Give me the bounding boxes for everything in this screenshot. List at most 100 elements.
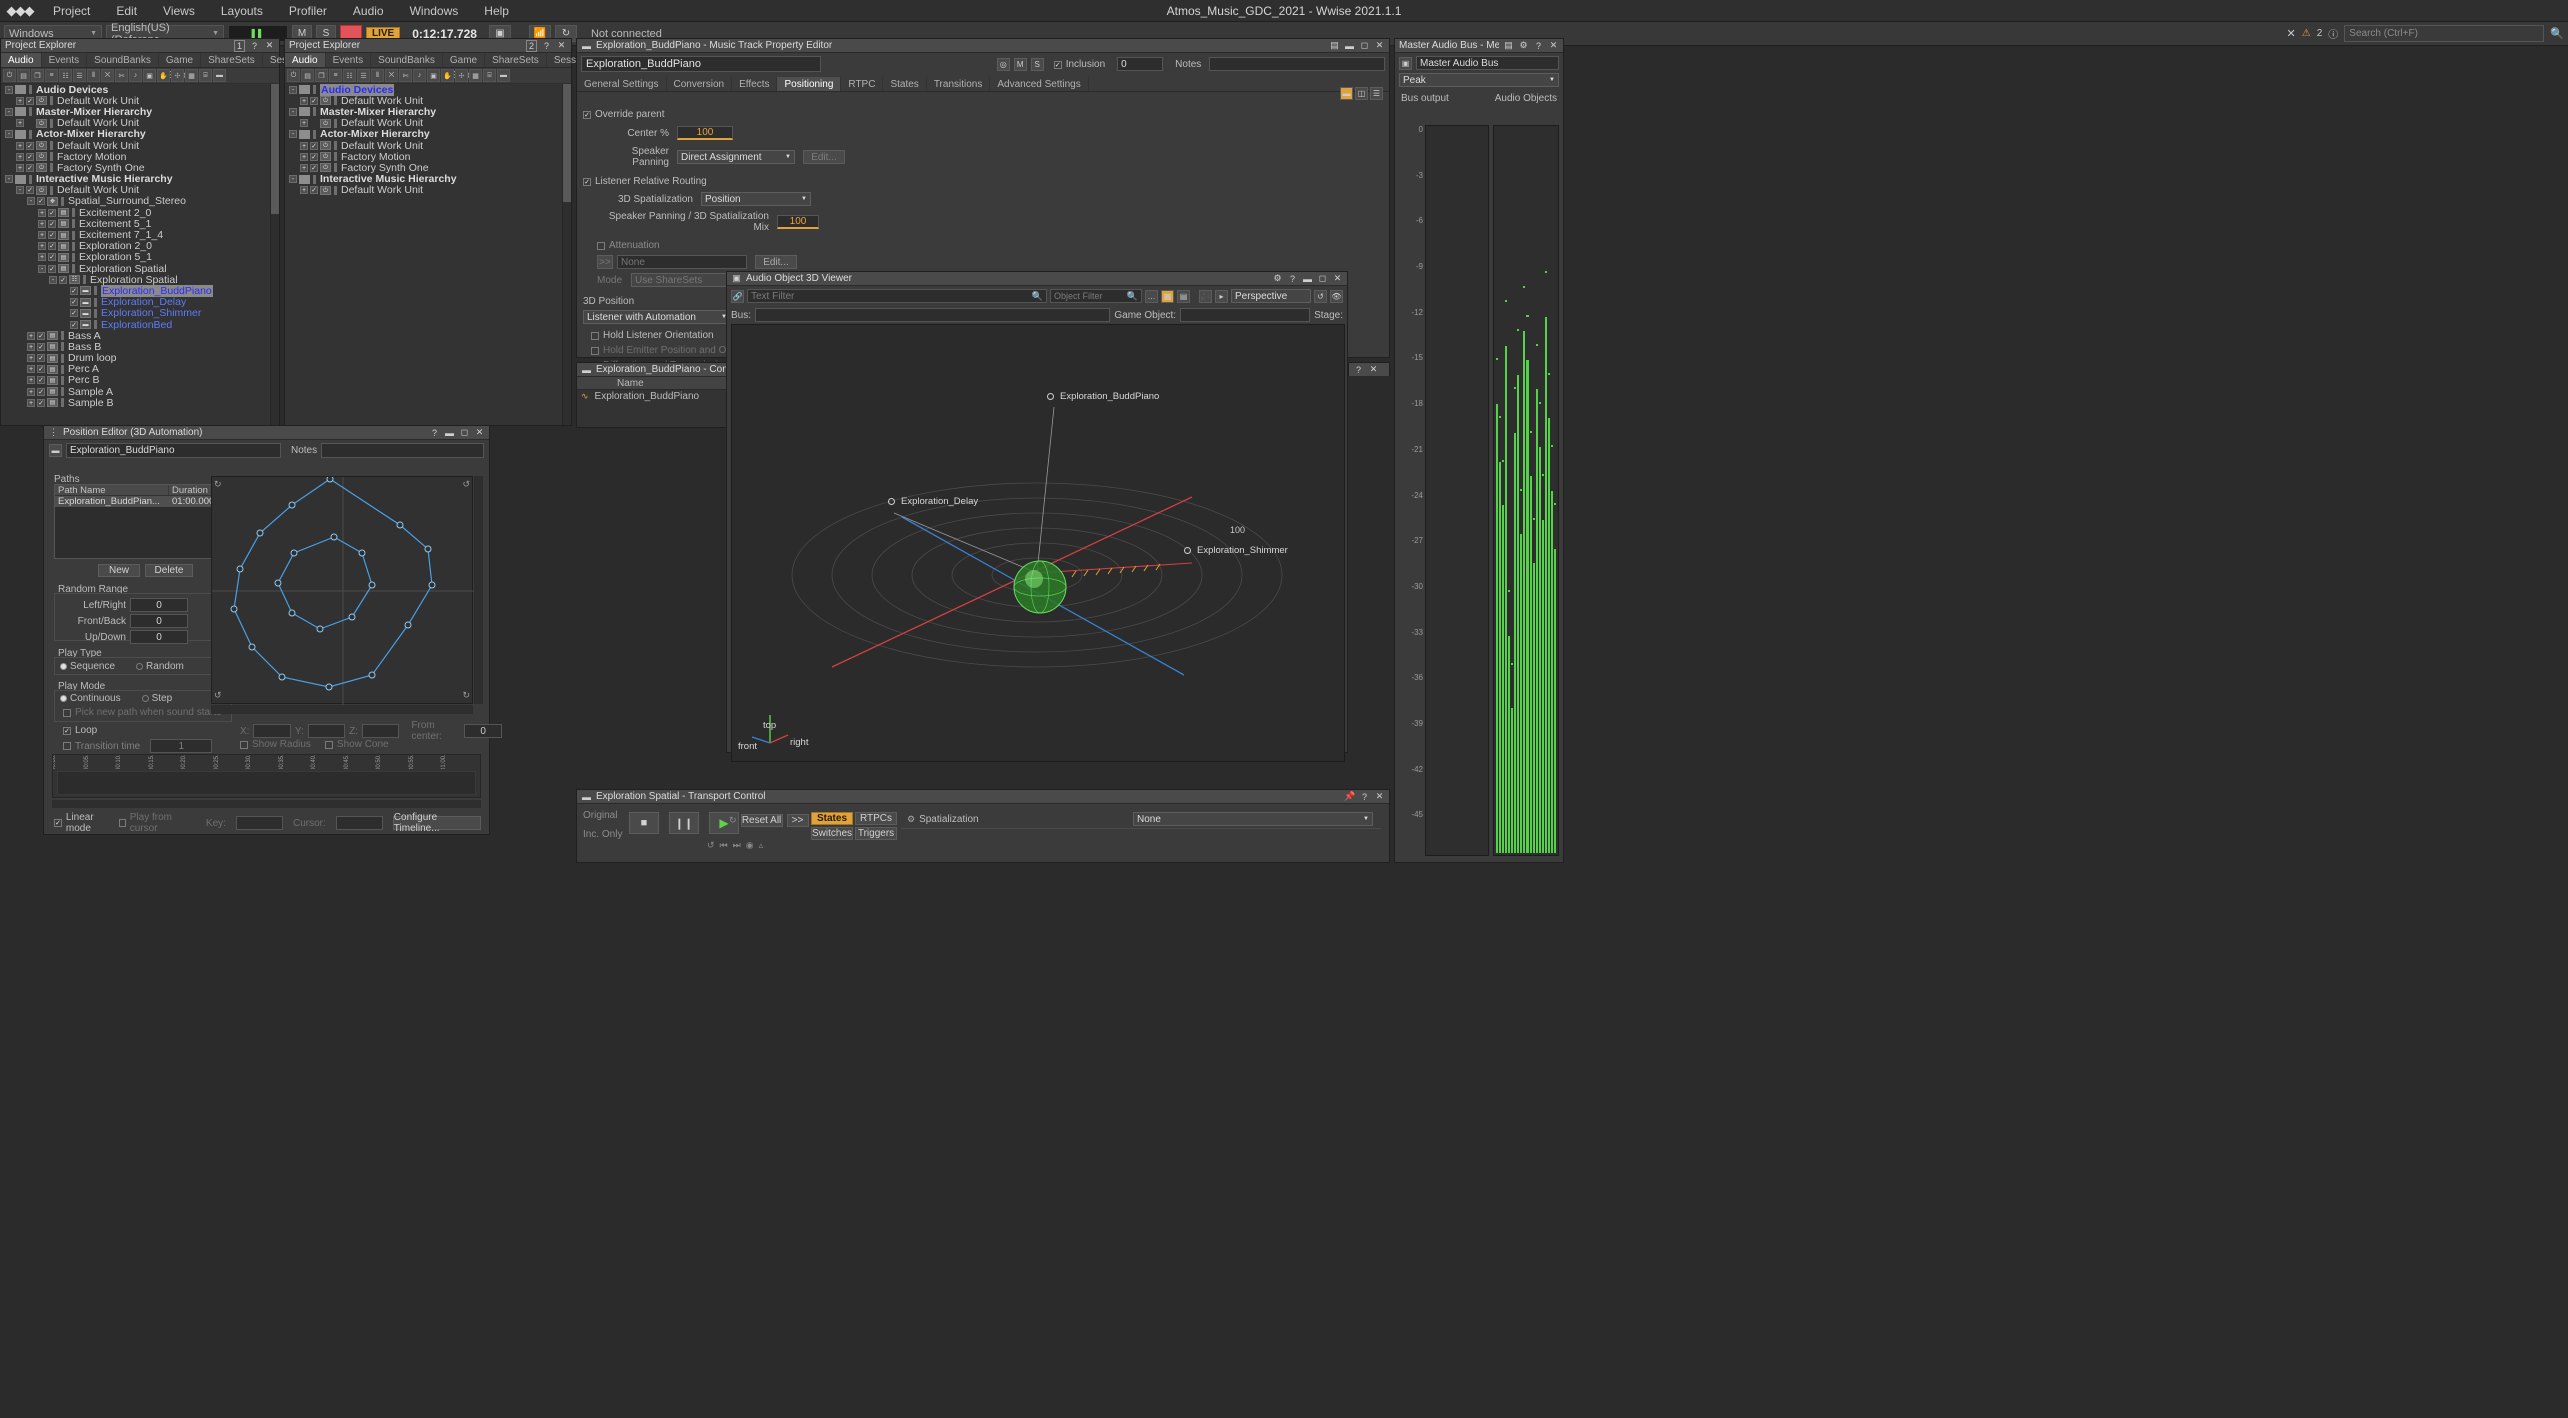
tab-events[interactable]: Events — [326, 53, 372, 67]
tree-checkbox[interactable]: ✓ — [48, 231, 56, 240]
tree-row[interactable]: + ⏻ Default Work Unit — [1, 117, 270, 129]
marker-icon[interactable]: ▵ — [759, 840, 764, 851]
pe-notes-field[interactable] — [321, 443, 484, 458]
tab-states[interactable]: States — [883, 77, 927, 91]
tree-checkbox[interactable]: ✓ — [310, 186, 318, 195]
minimize-icon[interactable]: ▬ — [1344, 41, 1355, 51]
override-parent-checkbox[interactable]: ✓ — [583, 110, 591, 119]
inclusion-checkbox[interactable]: ✓ Inclusion — [1053, 59, 1105, 70]
explorer-tool-icon-13[interactable]: ▦ — [469, 69, 482, 82]
reset-all-button[interactable]: Reset All — [740, 814, 783, 827]
explorer-tool-icon-14[interactable]: ⌸ — [199, 69, 212, 82]
tree-checkbox[interactable]: ✓ — [37, 354, 45, 363]
close-icon[interactable]: ✕ — [1332, 273, 1343, 284]
collapse-icon[interactable]: - — [16, 186, 24, 195]
menu-item-layouts[interactable]: Layouts — [208, 0, 276, 22]
tree-row[interactable]: + ✓ ▤ Sample B — [1, 397, 270, 409]
expand-icon[interactable]: + — [27, 387, 35, 396]
panel-titlebar[interactable]: ▬ Exploration_BuddPiano - Music Track Pr… — [577, 39, 1389, 53]
radio-random[interactable] — [136, 663, 144, 670]
expand-icon[interactable]: + — [38, 219, 46, 228]
y-field[interactable] — [307, 724, 346, 738]
bus-field[interactable] — [755, 308, 1111, 322]
tree-checkbox[interactable]: ✓ — [37, 365, 45, 374]
close-icon[interactable]: ✕ — [1368, 364, 1379, 375]
left-right-field[interactable]: 0 — [130, 598, 188, 612]
prev-icon[interactable]: ⏮ — [720, 840, 728, 851]
explorer-tool-icon-7[interactable]: ⨉ — [101, 69, 114, 82]
tree-row[interactable]: - ✓ ⏻ Default Work Unit — [1, 184, 270, 196]
panel-titlebar[interactable]: ⋮ Position Editor (3D Automation) ? ▬ ◻ … — [44, 426, 489, 440]
tab-advanced-settings[interactable]: Advanced Settings — [990, 77, 1089, 91]
transition-time-field[interactable]: 1 — [150, 739, 213, 753]
expand-icon[interactable]: + — [27, 365, 35, 374]
explorer-tool-icon-1[interactable]: ▤ — [17, 69, 30, 82]
panel-titlebar[interactable]: Project Explorer 2 ? ✕ — [285, 39, 571, 53]
up-down-field[interactable]: 0 — [130, 630, 188, 644]
help-icon[interactable]: ? — [1287, 274, 1298, 284]
help-icon[interactable]: ? — [541, 41, 552, 51]
panel-titlebar[interactable]: ? ✕ — [1349, 363, 1389, 377]
explorer-tool-icon-10[interactable]: ▣ — [143, 69, 156, 82]
collapse-icon[interactable]: - — [27, 197, 35, 206]
tree-row[interactable]: + ✓ ⏻ Default Work Unit — [1, 140, 270, 152]
explorer-tool-icon-8[interactable]: ✄ — [399, 69, 412, 82]
close-icon[interactable]: ✕ — [474, 427, 485, 438]
close-icon[interactable]: ✕ — [556, 40, 567, 51]
tree-checkbox[interactable]: ✓ — [48, 253, 56, 262]
linear-mode-row[interactable]: ✓ Linear mode — [54, 812, 109, 834]
tree-row[interactable]: - Interactive Music Hierarchy — [1, 173, 270, 185]
menu-item-windows[interactable]: Windows — [397, 0, 472, 22]
rotate-handle-icon[interactable]: ↺ — [214, 690, 222, 701]
expand-icon[interactable]: + — [27, 331, 35, 340]
menu-item-profiler[interactable]: Profiler — [276, 0, 340, 22]
number-box[interactable]: 0 — [1117, 57, 1164, 71]
explorer-tool-icon-5[interactable]: ☰ — [73, 69, 86, 82]
scrollbar-thumb[interactable] — [271, 84, 279, 214]
states-tab-button[interactable]: States — [811, 812, 853, 825]
collapse-icon[interactable]: - — [5, 85, 13, 94]
tab-conversion[interactable]: Conversion — [667, 77, 733, 91]
settings-icon[interactable]: ▤ — [1503, 40, 1514, 51]
close-icon[interactable]: ✕ — [1374, 40, 1385, 51]
expand-icon[interactable]: + — [300, 152, 308, 161]
expand-icon[interactable]: + — [27, 398, 35, 407]
emitter-marker[interactable] — [888, 498, 895, 505]
search-icon[interactable]: 🔍 — [1032, 291, 1043, 302]
expand-icon[interactable]: + — [16, 96, 24, 105]
link-icon[interactable]: 🔗 — [731, 289, 744, 303]
hold-listener-checkbox[interactable] — [591, 331, 599, 340]
explorer-tool-icon-14[interactable]: ⌸ — [483, 69, 496, 82]
tree-row[interactable]: + ✓ ⏻ Default Work Unit — [285, 184, 562, 196]
menu-item-audio[interactable]: Audio — [340, 0, 397, 22]
tree-row[interactable]: + ✓ ▤ Sample A — [1, 386, 270, 398]
speaker-panning-edit-button[interactable]: Edit... — [803, 150, 845, 164]
tree-checkbox[interactable]: ✓ — [26, 186, 34, 195]
expand-icon[interactable]: + — [300, 141, 308, 150]
expand-icon[interactable]: + — [300, 119, 308, 128]
search-icon[interactable]: 🔍 — [2550, 27, 2564, 40]
info-icon[interactable]: ⓘ — [2328, 26, 2338, 41]
notes-field[interactable] — [1209, 57, 1385, 71]
tree-row[interactable]: + ✓ ▤ Bass B — [1, 341, 270, 353]
triggers-tab-button[interactable]: Triggers — [855, 827, 897, 840]
tree-row[interactable]: ✓ ▬ Exploration_BuddPiano — [1, 284, 270, 297]
emitter-marker[interactable] — [1047, 393, 1054, 400]
collapse-icon[interactable]: - — [5, 130, 13, 139]
configure-timeline-button[interactable]: Configure Timeline... — [392, 812, 481, 834]
menu-item-project[interactable]: Project — [40, 0, 103, 22]
collapse-icon[interactable]: - — [289, 175, 297, 184]
tab-events[interactable]: Events — [42, 53, 88, 67]
tree-checkbox[interactable]: ✓ — [310, 163, 318, 172]
explorer-tool-icon-1[interactable]: ▤ — [301, 69, 314, 82]
tree-row[interactable]: + ✓ ▤ Exploration 2_0 — [1, 240, 270, 252]
explorer-tool-icon-10[interactable]: ▣ — [427, 69, 440, 82]
close-icon[interactable]: ✕ — [1374, 791, 1385, 802]
panel-titlebar[interactable]: ▬ Exploration Spatial - Transport Contro… — [577, 790, 1389, 804]
explorer-tool-icon-9[interactable]: ♪ — [129, 69, 142, 82]
explorer-tool-icon-6[interactable]: ⫴ — [87, 69, 100, 82]
dock-handle-icon[interactable]: ⋮ — [48, 427, 59, 438]
tab-rtpc[interactable]: RTPC — [841, 77, 884, 91]
more-options-icon[interactable]: … — [1145, 289, 1158, 303]
tree-row[interactable]: ✓ ▬ ExplorationBed — [1, 319, 270, 331]
